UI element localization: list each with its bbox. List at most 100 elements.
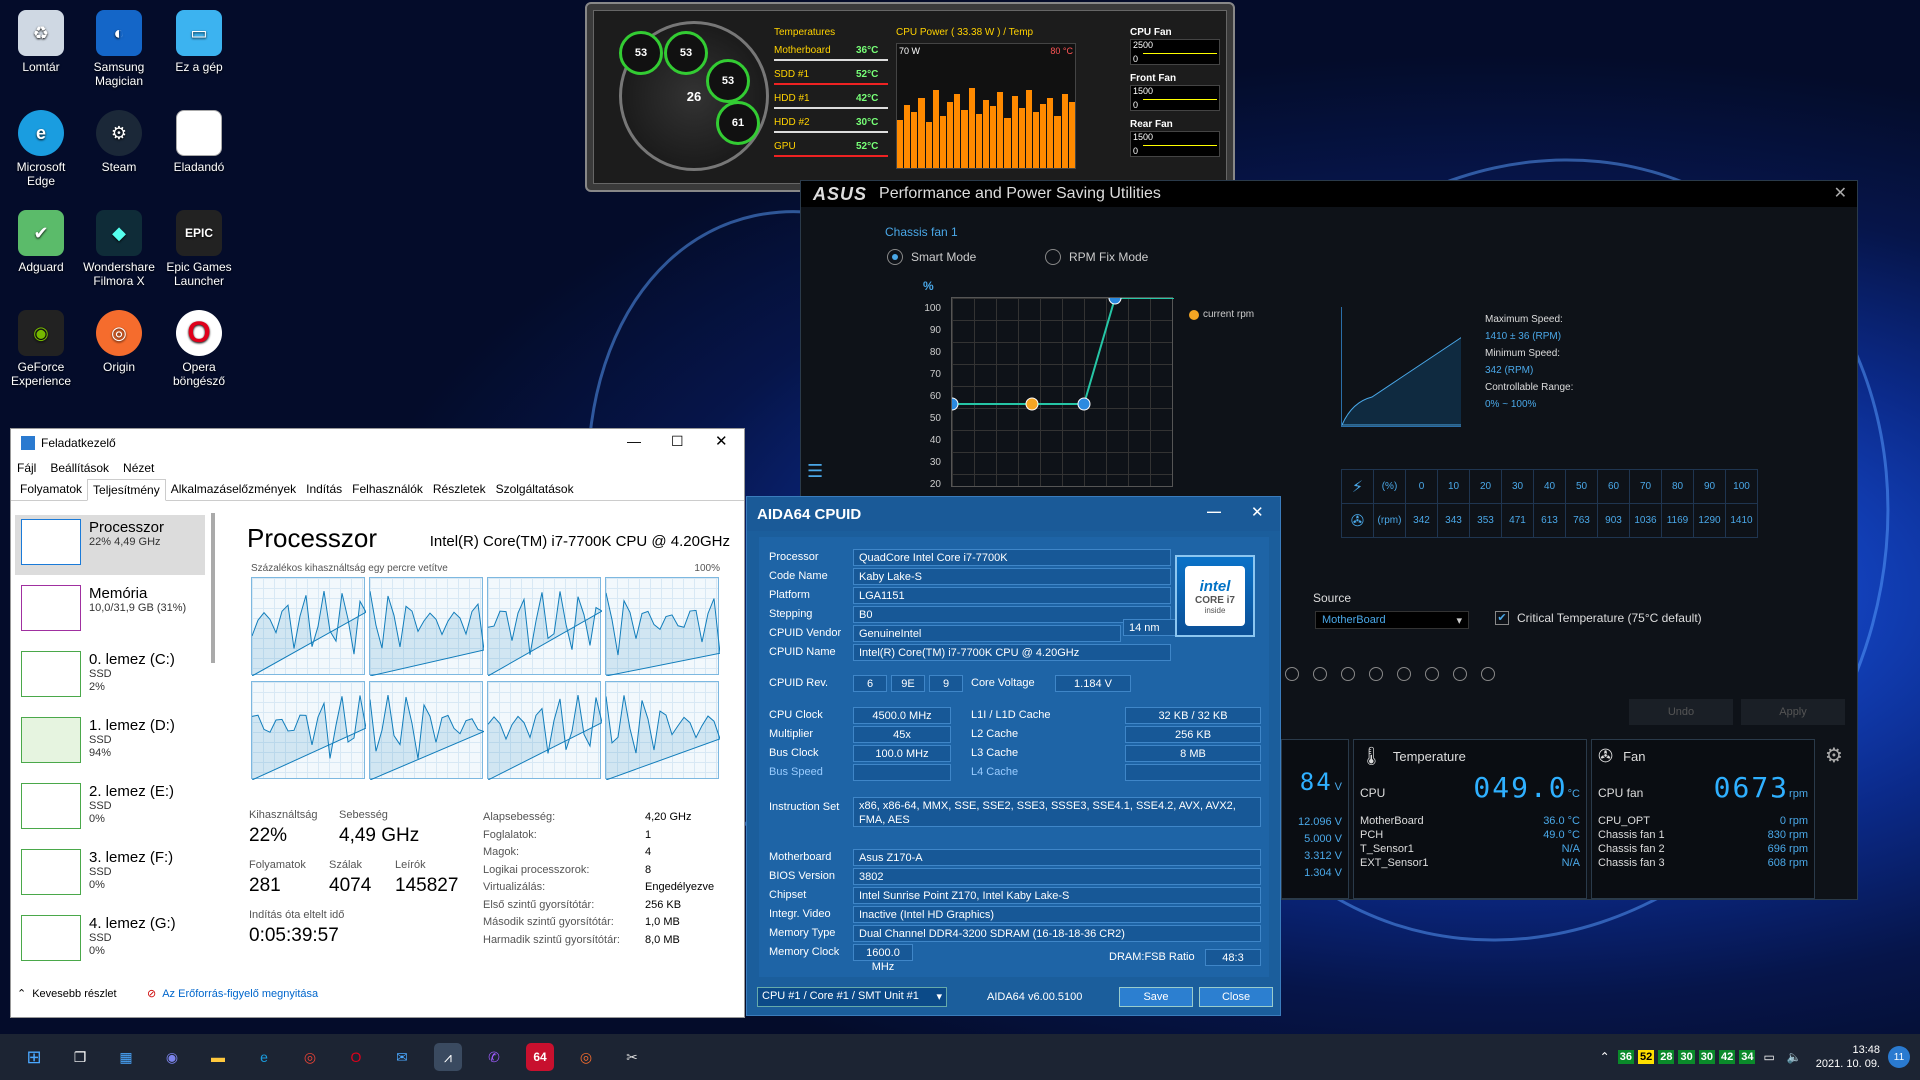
clock[interactable]: 13:48 2021. 10. 09.	[1816, 1043, 1880, 1071]
close-icon[interactable]: ✕	[1251, 503, 1264, 521]
menu-item[interactable]: Nézet	[123, 461, 154, 475]
sidebar-scrollbar[interactable]	[211, 513, 215, 663]
page-dot[interactable]	[1397, 667, 1411, 681]
fewer-details-button[interactable]: ⌃ Kevesebb részlet	[17, 987, 117, 1001]
desktop-icon[interactable]: ◆ Wondershare Filmora X	[80, 204, 158, 288]
page-dot[interactable]	[1453, 667, 1467, 681]
sidebar-item[interactable]: 3. lemez (F:) SSD 0%	[15, 845, 205, 905]
sidebar-item[interactable]: Memória 10,0/31,9 GB (31%)	[15, 581, 205, 641]
edge-icon[interactable]: e	[250, 1043, 278, 1071]
rpm-cell: 353	[1469, 503, 1502, 538]
tm-tab[interactable]: Folyamatok	[15, 479, 87, 500]
tray-sensor[interactable]: 42	[1718, 1050, 1736, 1064]
desktop-icon[interactable]: EPIC Epic Games Launcher	[160, 204, 238, 288]
tray-sensor[interactable]: 30	[1698, 1050, 1715, 1064]
sidebar-item[interactable]: Processzor 22% 4,49 GHz	[15, 515, 205, 575]
rpm-fix-mode-radio[interactable]: RPM Fix Mode	[1045, 249, 1148, 265]
curve-point[interactable]	[1108, 298, 1122, 305]
page-dot[interactable]	[1341, 667, 1355, 681]
desktop-icon[interactable]: Eladandó	[160, 104, 238, 174]
page-dot[interactable]	[1481, 667, 1495, 681]
desktop-icon[interactable]: ✔ Adguard	[2, 204, 80, 274]
mail-icon[interactable]: ✉	[388, 1043, 416, 1071]
page-dot[interactable]	[1369, 667, 1383, 681]
tray-sensor[interactable]: 30	[1678, 1050, 1695, 1064]
desktop-icon[interactable]: ▭ Ez a gép	[160, 4, 238, 74]
aida-title: AIDA64 CPUID	[757, 505, 862, 523]
file-explorer-icon[interactable]: ▬	[204, 1043, 232, 1071]
curve-point[interactable]	[952, 397, 959, 411]
close-button[interactable]: Close	[1199, 987, 1273, 1007]
desktop-icon[interactable]: O Opera böngésző	[160, 304, 238, 388]
sidebar-item[interactable]: 1. lemez (D:) SSD 94%	[15, 713, 205, 773]
gauge-value: 53	[634, 47, 648, 59]
tray-sensor[interactable]: 34	[1739, 1050, 1756, 1064]
aida64-icon[interactable]: 64	[526, 1043, 554, 1071]
desktop-icon[interactable]: ♻ Lomtár	[2, 4, 80, 74]
sidebar-item[interactable]: 0. lemez (C:) SSD 2%	[15, 647, 205, 707]
detail-key: Virtualizálás:	[483, 881, 546, 893]
smart-mode-radio[interactable]: Smart Mode	[887, 249, 976, 265]
volume-icon[interactable]: 🔈	[1787, 1050, 1802, 1064]
menu-item[interactable]: Fájl	[17, 461, 36, 475]
critical-temp-checkbox[interactable]: ✔ Critical Temperature (75°C default)	[1495, 611, 1702, 625]
page-dot[interactable]	[1285, 667, 1299, 681]
task-view-icon[interactable]: ❐	[66, 1043, 94, 1071]
save-button[interactable]: Save	[1119, 987, 1193, 1007]
tm-tab[interactable]: Felhasználók	[347, 479, 428, 500]
origin-icon[interactable]: ◎	[572, 1043, 600, 1071]
close-icon[interactable]: ✕	[715, 432, 728, 450]
undo-button[interactable]: Undo	[1629, 699, 1733, 725]
aida64-window[interactable]: AIDA64 CPUID — ✕ Processor QuadCore Intel…	[746, 496, 1281, 1016]
desktop-icon[interactable]: ⚙ Steam	[80, 104, 158, 174]
network-icon[interactable]: ▭	[1763, 1050, 1774, 1064]
source-label: Source	[1313, 591, 1352, 605]
tm-tab[interactable]: Indítás	[301, 479, 347, 500]
teams-chat-icon[interactable]: ◉	[158, 1043, 186, 1071]
task-manager-window[interactable]: Feladatkezelő — ☐ ✕ Fájl Beállítások Nézet…	[10, 428, 745, 1018]
desktop-icon[interactable]: e Microsoft Edge	[2, 104, 80, 188]
widgets-icon[interactable]: ▦	[112, 1043, 140, 1071]
desktop-icon[interactable]: ◉ GeForce Experience	[2, 304, 80, 388]
page-dot[interactable]	[1425, 667, 1439, 681]
opera-icon[interactable]: O	[342, 1043, 370, 1071]
minimize-icon[interactable]: —	[1207, 503, 1221, 519]
close-icon[interactable]: ✕	[1834, 183, 1847, 203]
notification-badge[interactable]: 11	[1888, 1046, 1910, 1068]
temperature-panel: 🌡 Temperature CPU 049.0°C MotherBoard 36.0 …	[1353, 739, 1587, 899]
resource-monitor-link[interactable]: ⊘ Az Erőforrás-figyelő megnyitása	[147, 987, 318, 1001]
desktop-icon[interactable]: ◎ Origin	[80, 304, 158, 374]
asus-sidebar-toggle[interactable]: ☰	[807, 461, 823, 482]
task-manager-icon[interactable]: ⩘	[434, 1043, 462, 1071]
menu-item[interactable]: Beállítások	[50, 461, 109, 475]
start-icon[interactable]: ⊞	[20, 1043, 48, 1071]
tm-tab[interactable]: Alkalmazáselőzmények	[166, 479, 301, 500]
rpm-cell: 1410	[1725, 503, 1758, 538]
tray-sensor[interactable]: 28	[1658, 1050, 1675, 1064]
tm-tab[interactable]: Részletek	[428, 479, 491, 500]
source-dropdown[interactable]: MotherBoard ▾	[1315, 611, 1469, 629]
core-select-dropdown[interactable]: CPU #1 / Core #1 / SMT Unit #1 ▾	[757, 987, 947, 1007]
page-dot[interactable]	[1313, 667, 1327, 681]
desktop-icon[interactable]: ◐ Samsung Magician	[80, 4, 158, 88]
fan-curve-plot[interactable]	[951, 297, 1174, 487]
maximize-icon[interactable]: ☐	[671, 433, 684, 450]
sidebar-item[interactable]: 4. lemez (G:) SSD 0%	[15, 911, 205, 971]
curve-point[interactable]	[1077, 397, 1091, 411]
apply-button[interactable]: Apply	[1741, 699, 1845, 725]
tm-tab[interactable]: Szolgáltatások	[491, 479, 579, 500]
tray-sensor[interactable]: 52	[1637, 1050, 1655, 1064]
messenger-icon[interactable]: ✆	[480, 1043, 508, 1071]
settings-gear-icon[interactable]: ⚙	[1825, 743, 1843, 768]
tm-tab[interactable]: Teljesítmény	[87, 479, 166, 501]
snipping-tool-icon[interactable]: ✂	[618, 1043, 646, 1071]
chevron-up-icon[interactable]: ⌃	[1600, 1050, 1610, 1064]
temperature-widget[interactable]: 26 53 53 53 61 Temperatures Motherboard 3…	[585, 2, 1235, 192]
sidebar-item[interactable]: 2. lemez (E:) SSD 0%	[15, 779, 205, 839]
minimize-icon[interactable]: —	[627, 433, 641, 449]
chrome-icon[interactable]: ◎	[296, 1043, 324, 1071]
sidebar-item-sub: 0%	[89, 813, 105, 825]
tray-sensor[interactable]: 36	[1617, 1050, 1634, 1064]
curve-point[interactable]	[1025, 397, 1039, 411]
sensor-name: SDD #1	[774, 69, 810, 80]
